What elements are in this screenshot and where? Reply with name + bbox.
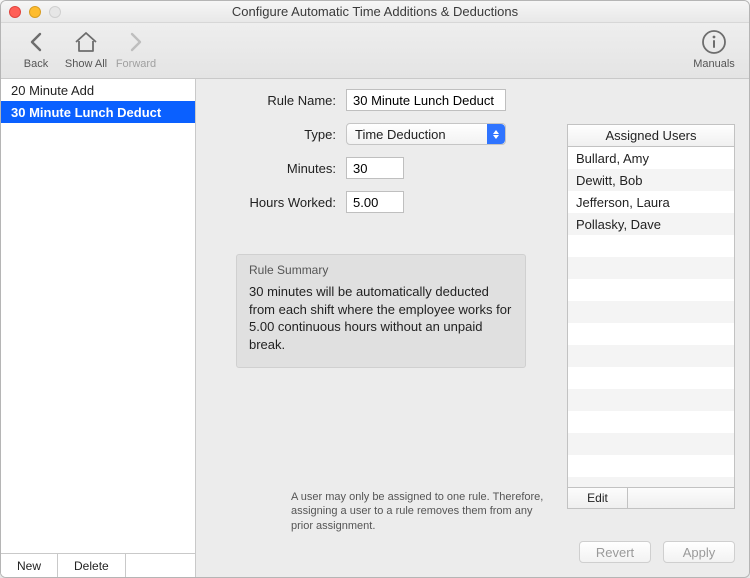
assigned-user-row	[568, 455, 734, 477]
chevron-left-icon	[26, 27, 46, 57]
forward-button: Forward	[111, 27, 161, 70]
assigned-user-row	[568, 433, 734, 455]
hours-worked-input[interactable]	[346, 191, 404, 213]
titlebar: Configure Automatic Time Additions & Ded…	[1, 1, 749, 23]
rule-name-input[interactable]	[346, 89, 506, 111]
rule-list-item[interactable]: 30 Minute Lunch Deduct	[1, 101, 195, 123]
minutes-label: Minutes:	[196, 161, 346, 176]
window-controls	[9, 6, 61, 18]
manuals-button[interactable]: Manuals	[689, 27, 739, 70]
assigned-user-row	[568, 367, 734, 389]
minimize-icon[interactable]	[29, 6, 41, 18]
assigned-user-row	[568, 235, 734, 257]
new-rule-button[interactable]: New	[1, 554, 58, 577]
rule-summary-box: Rule Summary 30 minutes will be automati…	[236, 254, 526, 368]
assigned-user-name: Bullard, Amy	[576, 151, 649, 166]
type-select[interactable]: Time Deduction	[346, 123, 506, 145]
info-icon	[701, 27, 727, 57]
sidebar: 20 Minute Add 30 Minute Lunch Deduct New…	[1, 79, 196, 577]
assigned-user-name: Pollasky, Dave	[576, 217, 661, 232]
assigned-user-row[interactable]: Dewitt, Bob	[568, 169, 734, 191]
rule-name: 30 Minute Lunch Deduct	[11, 105, 161, 120]
back-label: Back	[24, 58, 48, 70]
window: Configure Automatic Time Additions & Ded…	[0, 0, 750, 578]
form-area: Rule Name: Type: Time Deduction	[196, 89, 526, 225]
assignment-footnote: A user may only be assigned to one rule.…	[291, 490, 551, 533]
action-row: Revert Apply	[579, 541, 735, 563]
type-selected: Time Deduction	[355, 127, 446, 142]
rule-list[interactable]: 20 Minute Add 30 Minute Lunch Deduct	[1, 79, 195, 553]
assigned-user-row	[568, 389, 734, 411]
rule-name: 20 Minute Add	[11, 83, 94, 98]
content: 20 Minute Add 30 Minute Lunch Deduct New…	[1, 79, 749, 577]
assigned-user-name: Dewitt, Bob	[576, 173, 642, 188]
assigned-user-row	[568, 411, 734, 433]
delete-rule-button[interactable]: Delete	[58, 554, 126, 577]
assigned-user-row	[568, 477, 734, 488]
toolbar: Back Show All Forward Manuals	[1, 23, 749, 79]
assigned-users-title: Assigned Users	[567, 124, 735, 146]
manuals-label: Manuals	[693, 58, 735, 70]
chevron-right-icon	[126, 27, 146, 57]
assigned-users-list[interactable]: Bullard, Amy Dewitt, Bob Jefferson, Laur…	[567, 146, 735, 488]
assigned-user-row[interactable]: Bullard, Amy	[568, 147, 734, 169]
assigned-user-row	[568, 345, 734, 367]
home-icon	[73, 27, 99, 57]
assigned-user-name: Jefferson, Laura	[576, 195, 670, 210]
show-all-label: Show All	[65, 58, 107, 70]
hours-worked-label: Hours Worked:	[196, 195, 346, 210]
rule-summary-text: 30 minutes will be automatically deducte…	[249, 283, 513, 353]
chevron-up-down-icon	[487, 124, 505, 144]
edit-assigned-button[interactable]: Edit	[568, 488, 628, 508]
assigned-user-row	[568, 257, 734, 279]
apply-button[interactable]: Apply	[663, 541, 735, 563]
assigned-users-footer: Edit	[567, 488, 735, 509]
rule-name-label: Rule Name:	[196, 93, 346, 108]
revert-button[interactable]: Revert	[579, 541, 651, 563]
show-all-button[interactable]: Show All	[61, 27, 111, 70]
assigned-user-row[interactable]: Pollasky, Dave	[568, 213, 734, 235]
main-panel: Rule Name: Type: Time Deduction	[196, 79, 749, 577]
assigned-users-panel: Assigned Users Bullard, Amy Dewitt, Bob …	[567, 124, 735, 509]
window-title: Configure Automatic Time Additions & Ded…	[9, 4, 741, 19]
assigned-user-row	[568, 279, 734, 301]
rule-summary-title: Rule Summary	[249, 263, 513, 277]
back-button[interactable]: Back	[11, 27, 61, 70]
zoom-icon	[49, 6, 61, 18]
assigned-user-row	[568, 323, 734, 345]
assigned-user-row	[568, 301, 734, 323]
sidebar-footer: New Delete	[1, 553, 195, 577]
rule-list-item[interactable]: 20 Minute Add	[1, 79, 195, 101]
minutes-input[interactable]	[346, 157, 404, 179]
close-icon[interactable]	[9, 6, 21, 18]
forward-label: Forward	[116, 58, 156, 70]
type-label: Type:	[196, 127, 346, 142]
assigned-user-row[interactable]: Jefferson, Laura	[568, 191, 734, 213]
